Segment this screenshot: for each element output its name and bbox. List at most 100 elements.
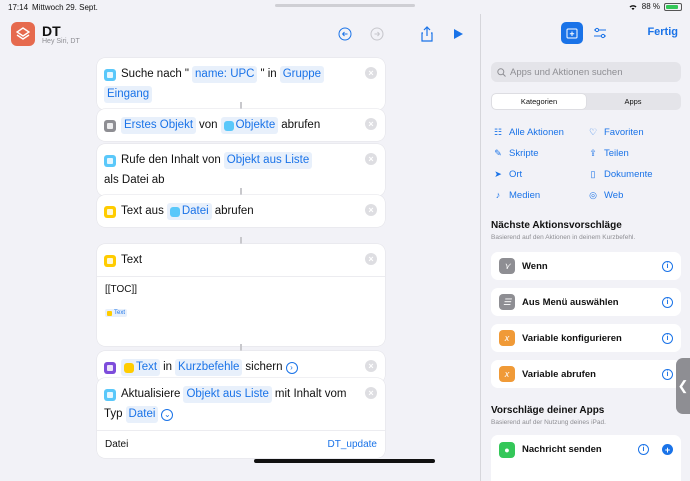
compass-icon: ◎	[589, 189, 597, 200]
connector	[240, 237, 242, 244]
remove-action-icon[interactable]: ×	[365, 204, 377, 216]
multitasking-indicator[interactable]	[275, 4, 415, 7]
category-share[interactable]: ⇪ Teilen	[588, 147, 683, 159]
remove-action-icon[interactable]: ×	[365, 360, 377, 372]
actions-search-field[interactable]: Apps und Aktionen suchen	[491, 62, 681, 82]
action-text: abrufen	[281, 119, 321, 131]
home-indicator[interactable]	[254, 459, 435, 463]
first-item-token[interactable]: Erstes Objekt	[121, 117, 197, 134]
shortcut-icon[interactable]	[11, 22, 35, 46]
text-icon	[104, 205, 116, 218]
segment-apps[interactable]: Apps	[586, 94, 680, 109]
editor-header: DT Hey Siri, DT	[0, 14, 481, 54]
list-item-token[interactable]: Objekt aus Liste	[223, 152, 313, 169]
category-label: Alle Aktionen	[509, 126, 564, 138]
objects-token[interactable]: Objekte	[220, 117, 279, 134]
category-favorites[interactable]: ♡ Favoriten	[588, 126, 683, 138]
connector	[240, 344, 242, 351]
action-text-from-file[interactable]: Text aus Datei abrufen ×	[97, 195, 385, 227]
battery-icon	[664, 2, 682, 11]
remove-action-icon[interactable]: ×	[365, 387, 377, 399]
text-content-field[interactable]: [[TOC]] Text	[97, 276, 385, 346]
action-text: Rufe den Inhalt von	[121, 154, 221, 166]
messages-icon: ●	[499, 442, 515, 458]
library-segmented-control[interactable]: Kategorien Apps	[491, 93, 681, 110]
text-token[interactable]: Text	[121, 359, 161, 376]
redo-icon[interactable]	[368, 25, 386, 43]
action-text: Suche nach "	[121, 68, 190, 80]
file-icon	[104, 361, 116, 374]
category-web[interactable]: ◎ Web	[588, 189, 683, 201]
shortcut-subtitle: Hey Siri, DT	[42, 38, 80, 45]
suggestion-set-variable[interactable]: x Variable konfigurieren i	[491, 324, 681, 352]
settings-sliders-icon[interactable]	[589, 22, 611, 44]
chevron-right-icon[interactable]: ›	[285, 361, 298, 374]
list-item-token[interactable]: Objekt aus Liste	[183, 386, 272, 403]
suggestion-if[interactable]: ⋎ Wenn i	[491, 252, 681, 280]
remove-action-icon[interactable]: ×	[365, 67, 377, 79]
add-icon[interactable]: +	[662, 444, 673, 455]
parameter-value[interactable]: DT_update	[328, 439, 377, 450]
shortcuts-token[interactable]: Kurzbefehle	[175, 359, 243, 376]
text-icon	[104, 254, 116, 267]
category-media[interactable]: ♪ Medien	[493, 189, 588, 201]
category-label: Skripte	[509, 147, 539, 159]
suggestion-label: Wenn	[522, 260, 548, 272]
info-icon[interactable]: i	[662, 296, 673, 308]
action-first-item[interactable]: Erstes Objekt von Objekte abrufen ×	[97, 109, 385, 141]
category-scripts[interactable]: ✎ Skripte	[493, 147, 588, 159]
devonthink-icon	[104, 388, 116, 401]
info-icon[interactable]: i	[662, 260, 673, 272]
category-label: Favoriten	[604, 126, 644, 138]
wifi-icon	[629, 4, 637, 10]
action-text-block[interactable]: Text × [[TOC]] Text	[97, 244, 385, 346]
category-documents[interactable]: ▯ Dokumente	[588, 168, 683, 180]
text-content: [[TOC]]	[105, 284, 138, 295]
devonthink-icon	[223, 120, 234, 131]
category-location[interactable]: ➤ Ort	[493, 168, 588, 180]
run-icon[interactable]	[449, 25, 467, 43]
suggestion-label: Aus Menü auswählen	[522, 296, 619, 308]
remove-action-icon[interactable]: ×	[365, 153, 377, 165]
status-time: 17:14	[8, 3, 29, 12]
action-library-icon[interactable]	[561, 22, 583, 44]
suggestion-get-variable[interactable]: x Variable abrufen i	[491, 360, 681, 388]
text-variable-token[interactable]: Text	[105, 309, 128, 317]
done-button[interactable]: Fertig	[647, 26, 678, 38]
share-icon[interactable]	[418, 25, 436, 43]
action-text: sichern	[245, 361, 283, 373]
inbox-token[interactable]: Eingang	[104, 86, 153, 103]
category-grid: ☷ Alle Aktionen ♡ Favoriten ✎ Skripte ⇪ Teil…	[493, 126, 683, 201]
category-label: Medien	[509, 189, 541, 201]
info-icon[interactable]: i	[638, 444, 649, 455]
remove-action-icon[interactable]: ×	[365, 253, 377, 265]
share-icon: ⇪	[589, 147, 597, 158]
shortcut-title[interactable]: DT	[42, 23, 61, 39]
group-token[interactable]: Gruppe	[279, 66, 325, 83]
query-token[interactable]: name: UPC	[192, 66, 258, 83]
info-icon[interactable]: i	[662, 332, 673, 344]
category-all-actions[interactable]: ☷ Alle Aktionen	[493, 126, 588, 138]
remove-action-icon[interactable]: ×	[365, 118, 377, 130]
file-token[interactable]: Datei	[166, 203, 212, 220]
file-name-row[interactable]: Datei DT_update	[97, 430, 385, 458]
menu-icon: ☰	[499, 294, 515, 310]
action-text: ab	[151, 174, 165, 186]
token-label: Text	[136, 361, 158, 373]
action-update-item[interactable]: Aktualisiere Objekt aus Liste mit Inhalt…	[97, 378, 385, 458]
category-label: Ort	[509, 168, 523, 180]
variable-icon: x	[499, 366, 515, 382]
list-icon: ☷	[493, 126, 503, 137]
connector	[240, 188, 242, 195]
type-token[interactable]: Datei	[125, 406, 159, 423]
undo-icon[interactable]	[336, 25, 354, 43]
suggestion-send-message[interactable]: ● Nachricht senden i +	[491, 435, 681, 481]
info-icon[interactable]: i	[662, 368, 673, 380]
segment-categories[interactable]: Kategorien	[492, 94, 586, 109]
chevron-left-icon[interactable]: ❮	[676, 358, 690, 414]
variable-icon: x	[499, 330, 515, 346]
suggestion-choose-from-menu[interactable]: ☰ Aus Menü auswählen i	[491, 288, 681, 316]
music-note-icon: ♪	[495, 190, 501, 200]
chevron-down-icon[interactable]: ⌄	[161, 408, 174, 421]
action-text: als Datei	[104, 174, 149, 186]
